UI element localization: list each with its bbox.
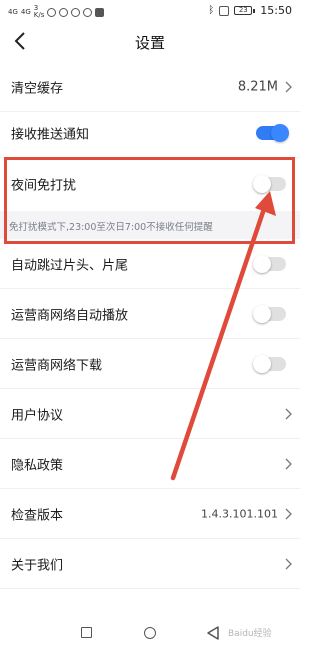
app-notification-icon <box>47 7 57 17</box>
toggle-knob <box>253 254 271 273</box>
app-notification-icon <box>83 7 93 17</box>
privacy-policy-row[interactable]: 隐私政策 <box>0 439 300 489</box>
about-us-label: 关于我们 <box>11 558 64 573</box>
app-notification-icon <box>71 7 81 17</box>
battery-level: 23 <box>234 6 253 15</box>
home-button[interactable] <box>144 627 156 639</box>
system-nav-bar: Baidu经验 <box>0 606 300 650</box>
clear-cache-row[interactable]: 清空缓存 8.21M <box>0 62 300 112</box>
carrier-download-toggle[interactable] <box>253 354 286 373</box>
chevron-right-icon <box>285 408 292 419</box>
cache-size-value: 8.21M <box>237 79 278 94</box>
signal-indicator-2: 4G <box>20 7 31 16</box>
toggle-knob <box>253 354 271 373</box>
network-speed-unit: K/s <box>33 11 45 19</box>
version-number: 1.4.3.101.101 <box>201 507 278 520</box>
chevron-right-icon <box>285 458 292 469</box>
bluetooth-icon: ᛒ <box>208 5 215 16</box>
toggle-knob <box>271 123 289 142</box>
carrier-download-label: 运营商网络下载 <box>11 358 103 373</box>
check-version-row[interactable]: 检查版本 1.4.3.101.101 <box>0 489 300 539</box>
vibrate-icon <box>219 5 230 16</box>
system-back-button[interactable] <box>207 626 219 640</box>
about-us-row[interactable]: 关于我们 <box>0 539 300 589</box>
chevron-right-icon <box>285 558 292 569</box>
auto-skip-label: 自动跳过片头、片尾 <box>11 258 129 273</box>
app-notification-icon <box>59 7 69 17</box>
chevron-right-icon <box>285 81 292 92</box>
privacy-policy-label: 隐私政策 <box>11 458 64 473</box>
user-agreement-label: 用户协议 <box>11 408 64 423</box>
clear-cache-label: 清空缓存 <box>11 81 64 96</box>
carrier-autoplay-toggle[interactable] <box>253 304 286 323</box>
carrier-autoplay-row: 运营商网络自动播放 <box>0 289 300 339</box>
user-agreement-row[interactable]: 用户协议 <box>0 389 300 439</box>
chevron-right-icon <box>285 508 292 519</box>
push-notification-label: 接收推送通知 <box>11 127 90 142</box>
status-time: 15:50 <box>260 4 292 17</box>
push-notification-row: 接收推送通知 <box>0 108 300 158</box>
battery-icon: 23 <box>234 6 256 15</box>
watermark: Baidu经验 <box>228 629 272 639</box>
highlight-box <box>4 157 295 244</box>
signal-indicator-1: 4G <box>8 7 18 16</box>
page-header: 设置 <box>0 22 300 62</box>
toggle-knob <box>253 304 271 323</box>
push-notification-toggle[interactable] <box>256 123 289 142</box>
carrier-autoplay-label: 运营商网络自动播放 <box>11 308 129 323</box>
carrier-download-row: 运营商网络下载 <box>0 339 300 389</box>
auto-skip-row: 自动跳过片头、片尾 <box>0 239 300 289</box>
status-bar: 4G 4G 3 K/s ᛒ 23 15:50 <box>0 0 300 22</box>
network-speed: 3 K/s <box>34 5 45 19</box>
status-left: 4G 4G 3 K/s <box>8 5 105 19</box>
recent-apps-button[interactable] <box>81 627 92 638</box>
check-version-label: 检查版本 <box>11 508 64 523</box>
page-title: 设置 <box>134 34 165 52</box>
auto-skip-toggle[interactable] <box>253 254 286 273</box>
app-notification-icon <box>95 7 105 17</box>
status-right: ᛒ 23 15:50 <box>208 4 292 17</box>
